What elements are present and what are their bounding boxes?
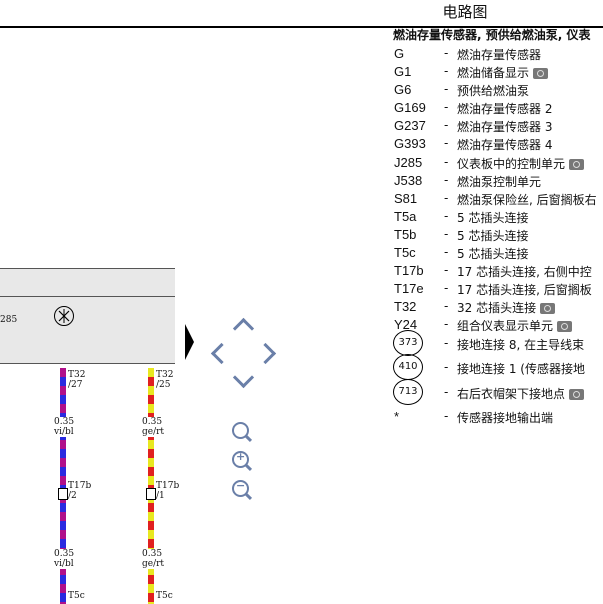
pan-up-icon[interactable]	[232, 317, 255, 340]
zoom-out-icon[interactable]: −	[232, 479, 249, 497]
wire-spec: 0.35 vi/bl	[54, 549, 75, 569]
legend-desc: 右后衣帽架下接地点	[457, 385, 585, 402]
legend-desc: 17 芯插头连接, 后窗搁板	[457, 283, 592, 298]
legend-desc: 燃油储备显示	[457, 64, 549, 81]
ground-point-icon: 713	[393, 378, 423, 405]
legend-desc: 燃油泵保险丝, 后窗搁板右	[457, 192, 597, 207]
zoom-icon[interactable]	[232, 422, 249, 439]
legend-desc: 燃油存量传感器 2	[457, 102, 553, 117]
legend-item[interactable]: G6- 预供给燃油泵	[393, 80, 603, 98]
legend-item[interactable]: J538- 燃油泵控制单元	[393, 171, 603, 189]
legend-item[interactable]: Y24- 组合仪表显示单元	[393, 315, 603, 333]
pin-label: T32/25	[156, 370, 174, 390]
legend-code: J538	[394, 172, 423, 188]
legend-item[interactable]: G - 燃油存量传感器	[393, 44, 603, 62]
legend-code: T5a	[394, 208, 417, 224]
legend-code: T32	[394, 299, 417, 315]
legend-desc: 燃油存量传感器	[457, 48, 542, 62]
connector-icon	[146, 488, 156, 500]
legend-desc: 5 芯插头连接	[457, 210, 529, 225]
legend-desc: 17 芯插头连接, 右侧中控	[457, 265, 592, 280]
legend-ground-item[interactable]: 410- 接地连接 1 (传感器接地	[393, 354, 603, 383]
legend-item[interactable]: S81- 燃油泵保险丝, 后窗搁板右	[393, 189, 603, 207]
component-band-top	[0, 268, 175, 298]
wire-spec: 0.35 ge/rt	[142, 417, 165, 437]
lamp-symbol-icon	[54, 306, 74, 326]
legend-ground-item[interactable]: 713- 右后衣帽架下接地点	[393, 378, 603, 408]
legend-code: G169	[394, 100, 426, 116]
connector-label: T17b/2	[68, 481, 92, 501]
wire-spec: 0.35 vi/bl	[54, 417, 75, 437]
legend-desc: 组合仪表显示单元	[457, 317, 573, 334]
expand-right-arrow-icon[interactable]	[185, 324, 194, 360]
legend-code: T17b	[394, 263, 424, 279]
legend-desc: 预供给燃油泵	[457, 84, 530, 99]
camera-icon[interactable]	[557, 321, 573, 333]
legend-code: S81	[394, 190, 418, 206]
legend-item[interactable]: T5c -5 芯插头连接	[393, 243, 603, 261]
legend-item[interactable]: T5b -5 芯插头连接	[393, 225, 603, 243]
legend-item[interactable]: T32-32 芯插头连接	[393, 297, 603, 315]
circuit-diagram[interactable]: 285 T32/27 0.35 vi/bl T17b/2 0.35 vi/bl T5…	[0, 28, 390, 604]
legend-code: G237	[394, 118, 426, 134]
legend-item[interactable]: G393- 燃油存量传感器 4	[393, 134, 603, 152]
ground-point-icon: 373	[393, 329, 423, 356]
pin-label: T5c	[156, 591, 173, 601]
legend-code: T5c	[394, 245, 416, 261]
legend-item[interactable]: T17e -17 芯插头连接, 后窗搁板	[393, 279, 603, 297]
legend-desc: 仪表板中的控制单元	[457, 155, 585, 172]
legend-item[interactable]: G237- 燃油存量传感器 3	[393, 116, 603, 134]
wire-spec: 0.35 ge/rt	[142, 549, 165, 569]
legend-footnote: * - 传感器接地输出端	[394, 409, 554, 425]
legend-desc: 5 芯插头连接	[457, 228, 529, 243]
legend-heading: 燃油存量传感器, 预供给燃油泵, 仪表	[393, 28, 591, 42]
legend-desc: 接地连接 1 (传感器接地	[457, 362, 585, 376]
camera-icon[interactable]	[540, 303, 556, 315]
connector-label: T17b/1	[156, 481, 180, 501]
pan-down-icon[interactable]	[232, 366, 255, 389]
component-band	[0, 296, 175, 364]
camera-icon[interactable]	[533, 68, 549, 80]
camera-icon[interactable]	[569, 388, 585, 400]
legend-desc: 32 芯插头连接	[457, 299, 556, 316]
legend-code: J285	[394, 154, 423, 170]
legend-desc: 5 芯插头连接	[457, 247, 529, 262]
pan-right-icon[interactable]	[254, 342, 277, 365]
ground-point-icon: 410	[393, 354, 423, 380]
legend-code: G	[394, 46, 405, 61]
legend-desc: 燃油存量传感器 4	[457, 138, 553, 153]
legend-desc: 燃油泵控制单元	[457, 174, 542, 189]
legend-ground-item[interactable]: 373- 接地连接 8, 在主导线束	[393, 329, 603, 359]
zoom-in-icon[interactable]: +	[232, 450, 249, 468]
window-title: 电路图	[442, 3, 488, 21]
legend-item[interactable]: G169- 燃油存量传感器 2	[393, 98, 603, 116]
pan-left-icon[interactable]	[210, 342, 233, 365]
legend-code: G1	[394, 64, 412, 80]
legend-panel: 燃油存量传感器, 预供给燃油泵, 仪表 G - 燃油存量传感器 G1- 燃油储备显示 G6…	[393, 28, 603, 425]
legend-code: T5b	[394, 226, 417, 242]
legend-code: T17e	[394, 281, 424, 297]
component-label: 285	[0, 315, 18, 325]
legend-item[interactable]: T17b -17 芯插头连接, 右侧中控	[393, 261, 603, 279]
pin-label: T5c	[68, 591, 85, 601]
legend-item[interactable]: J285- 仪表板中的控制单元	[393, 153, 603, 171]
pin-label: T32/27	[68, 370, 86, 390]
legend-code: G393	[394, 136, 426, 152]
legend-item[interactable]: G1- 燃油储备显示	[393, 62, 603, 80]
legend-desc: 燃油存量传感器 3	[457, 120, 553, 135]
legend-item[interactable]: T5a -5 芯插头连接	[393, 207, 603, 225]
legend-code: G6	[394, 82, 412, 98]
connector-icon	[58, 488, 68, 500]
camera-icon[interactable]	[569, 158, 585, 170]
legend-desc: 接地连接 8, 在主导线束	[457, 337, 585, 352]
